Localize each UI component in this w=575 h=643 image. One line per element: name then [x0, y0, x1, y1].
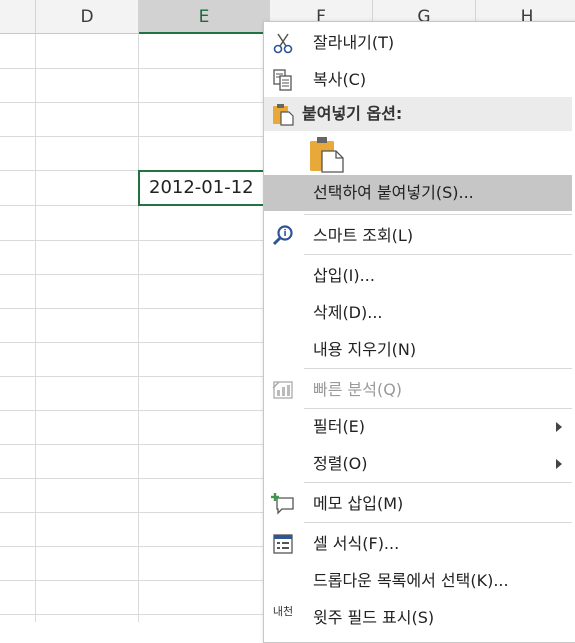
menu-item-label: 정렬(O) — [313, 454, 368, 473]
menu-item-label: 내용 지우기(N) — [313, 340, 417, 359]
menu-item-delete[interactable]: 삭제(D)... — [264, 295, 572, 331]
menu-item-clear-contents[interactable]: 내용 지우기(N) — [264, 332, 572, 368]
corner-header — [0, 0, 36, 34]
grid-line — [35, 34, 36, 622]
menu-separator — [304, 214, 572, 215]
submenu-arrow-icon — [556, 459, 562, 469]
menu-item-label: 붙여넣기 옵션: — [302, 104, 403, 123]
column-header-d[interactable]: D — [36, 0, 139, 34]
menu-item-format-cells[interactable]: 셀 서식(F)... — [264, 526, 572, 562]
menu-item-filter[interactable]: 필터(E) — [264, 409, 572, 445]
menu-item-label: 빠른 분석(Q) — [313, 380, 403, 399]
menu-item-quick-analysis: 빠른 분석(Q) — [264, 372, 572, 408]
menu-separator — [304, 254, 572, 255]
menu-item-label: 선택하여 붙여넣기(S)... — [313, 183, 474, 202]
menu-item-insert[interactable]: 삽입(I)... — [264, 258, 572, 294]
menu-item-label: 복사(C) — [313, 70, 367, 89]
context-menu: 잘라내기(T) 복사(C) 붙여넣기 옵션: 선택하여 붙여넣기(S)... i… — [263, 21, 575, 643]
clipboard-icon — [271, 102, 295, 126]
menu-item-insert-comment[interactable]: 메모 삽입(M) — [264, 486, 572, 522]
menu-item-label: 스마트 조회(L) — [313, 226, 414, 245]
menu-item-label: 삽입(I)... — [313, 266, 375, 285]
smart-lookup-icon: i — [271, 224, 295, 248]
menu-separator — [304, 368, 572, 369]
menu-item-pick-from-list[interactable]: 드롭다운 목록에서 선택(K)... — [264, 563, 572, 599]
menu-item-label: 잘라내기(T) — [313, 33, 395, 52]
menu-item-paste-special[interactable]: 선택하여 붙여넣기(S)... — [264, 175, 572, 211]
menu-separator — [304, 522, 572, 523]
menu-item-copy[interactable]: 복사(C) — [264, 62, 572, 98]
menu-item-smart-lookup[interactable]: i 스마트 조회(L) — [264, 218, 572, 254]
menu-item-cut[interactable]: 잘라내기(T) — [264, 25, 572, 61]
paste-options-header: 붙여넣기 옵션: — [264, 97, 572, 131]
menu-item-label: 메모 삽입(M) — [313, 494, 404, 513]
copy-icon — [271, 68, 295, 92]
new-comment-icon — [271, 492, 295, 516]
menu-item-label: 윗주 필드 표시(S) — [313, 608, 435, 627]
phonetic-icon: 내천 — [272, 605, 294, 618]
menu-item-sort[interactable]: 정렬(O) — [264, 446, 572, 482]
format-cells-icon — [271, 532, 295, 556]
scissors-icon — [271, 31, 295, 55]
paste-option-icon[interactable] — [308, 135, 348, 173]
active-cell[interactable]: 2012-01-12 — [138, 170, 271, 206]
menu-item-show-phonetic[interactable]: 내천 윗주 필드 표시(S) — [264, 600, 572, 636]
menu-item-label: 삭제(D)... — [313, 303, 383, 322]
menu-item-label: 필터(E) — [313, 417, 366, 436]
menu-separator — [304, 482, 572, 483]
submenu-arrow-icon — [556, 422, 562, 432]
svg-text:i: i — [283, 229, 286, 239]
grid-line — [138, 34, 139, 622]
menu-item-label: 셀 서식(F)... — [313, 534, 400, 553]
column-header-e[interactable]: E — [139, 0, 270, 34]
menu-item-label: 드롭다운 목록에서 선택(K)... — [313, 571, 509, 590]
quick-analysis-icon — [271, 378, 295, 402]
